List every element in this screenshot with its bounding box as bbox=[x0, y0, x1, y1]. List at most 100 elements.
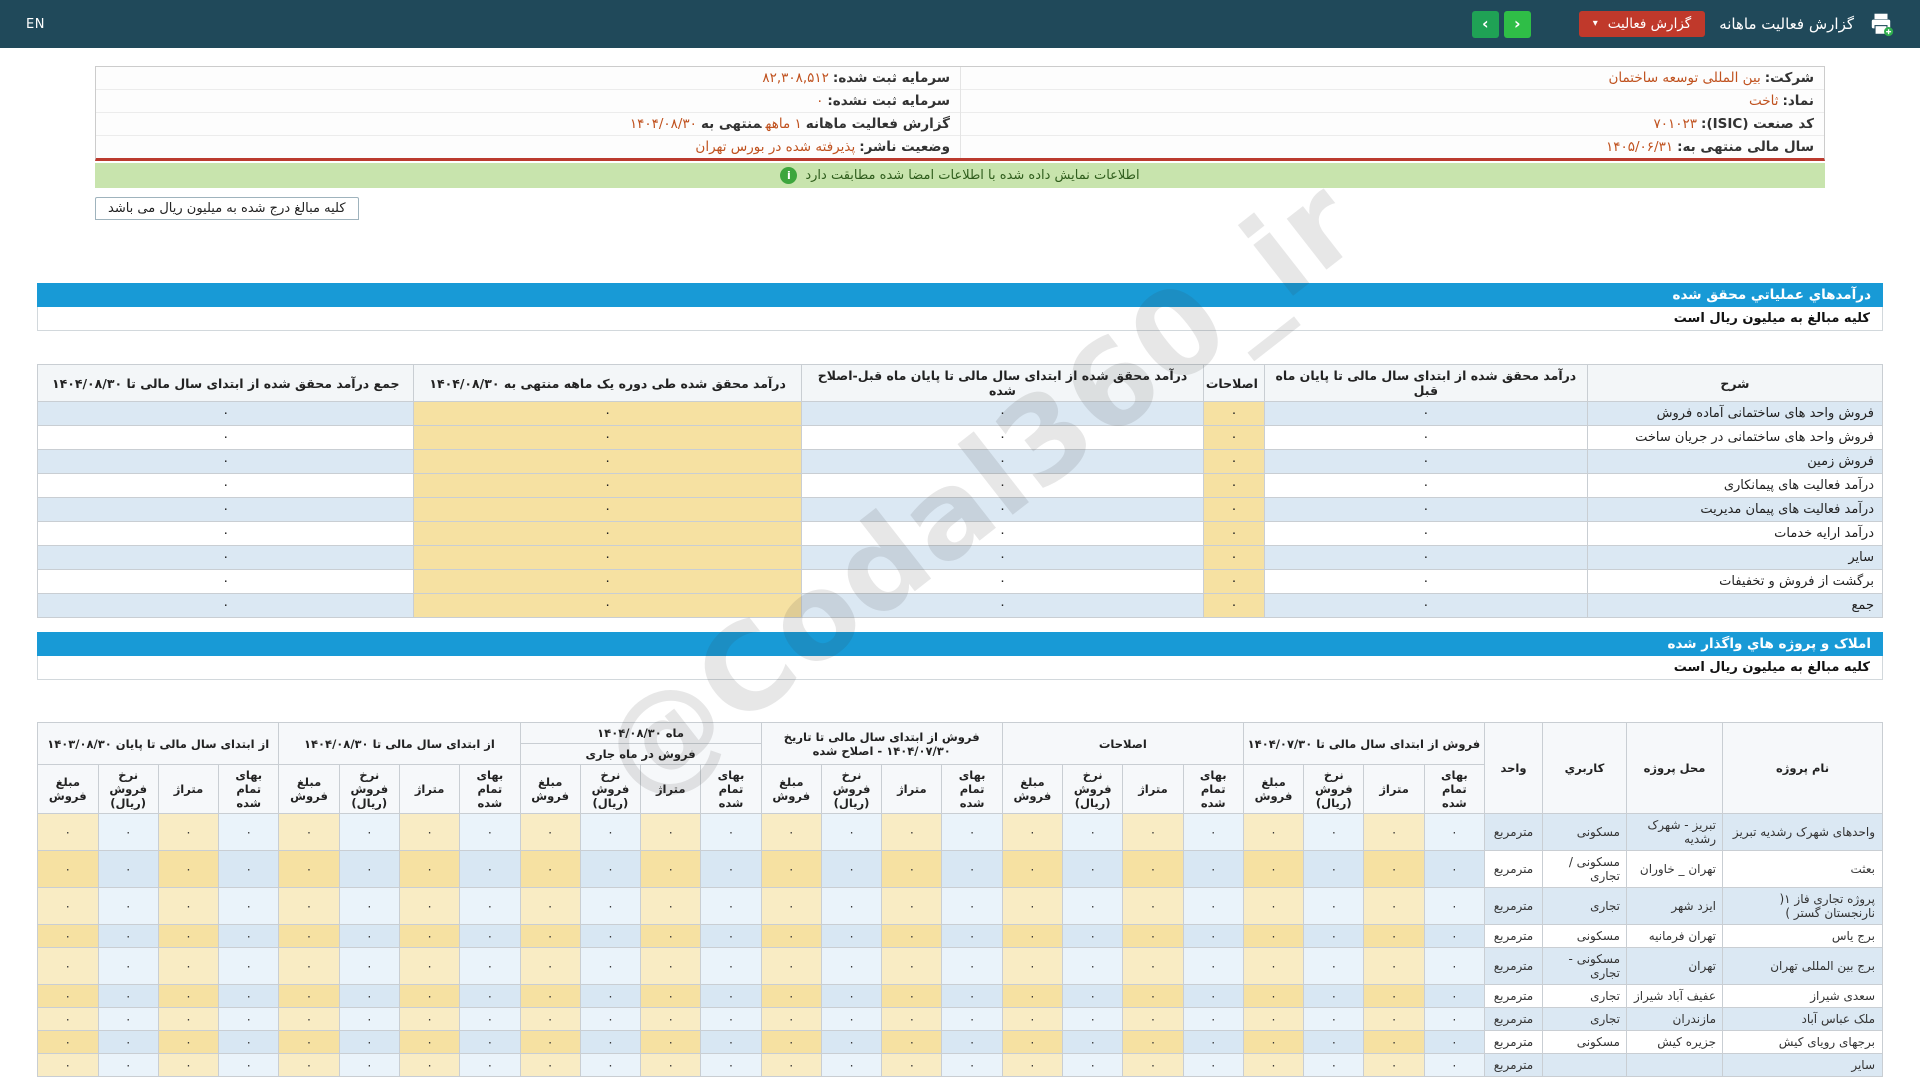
company-info-row: نماد:ثاخت bbox=[961, 90, 1824, 113]
value-cell: ۰ bbox=[459, 1030, 521, 1054]
project-row: سعدی شیراز عفیف آباد شیراز تجاری مترمربع… bbox=[37, 984, 1883, 1008]
value-cell: ۰ bbox=[579, 1053, 642, 1077]
project-location-cell: ایزد شهر bbox=[1626, 887, 1723, 925]
chevron-down-icon: ▾ bbox=[1592, 18, 1598, 29]
value-cell: ۰ bbox=[1242, 887, 1305, 925]
project-usage-cell: مسکونی / تجاری bbox=[1542, 850, 1627, 888]
project-unit-cell: مترمربع bbox=[1484, 1007, 1543, 1031]
value-cell: ۰ bbox=[1303, 984, 1365, 1008]
print-icon[interactable] bbox=[1868, 11, 1894, 37]
table-row: درآمد فعالیت های پیمان مدیریت ۰۰۰۰۰ bbox=[36, 497, 1884, 522]
value-cell: ۰ bbox=[519, 1030, 581, 1054]
value-cell: ۰ bbox=[157, 947, 220, 985]
value-cell: ۰ bbox=[1242, 924, 1305, 948]
value-cell: ۰ bbox=[157, 1030, 220, 1054]
project-row: ملک عباس آباد مازندران تجاری مترمربع ۰۰۰… bbox=[37, 1007, 1883, 1031]
value-cell: ۰ bbox=[1182, 1007, 1244, 1031]
value-cell: ۰ bbox=[640, 1007, 702, 1031]
value-cell: ۰ bbox=[700, 1007, 762, 1031]
value-cell: ۰ bbox=[1303, 813, 1365, 851]
value-cell: ۰ bbox=[1182, 984, 1244, 1008]
value-cell: ۰ bbox=[413, 401, 802, 426]
value-cell: ۰ bbox=[1182, 1053, 1244, 1077]
info-value: بین المللی توسعه ساختمان bbox=[1608, 70, 1761, 86]
project-location-cell: تبریز - شهرک رشدیه bbox=[1626, 813, 1723, 851]
value-cell: ۰ bbox=[1263, 521, 1588, 546]
value-cell: ۰ bbox=[218, 1053, 280, 1077]
value-cell: ۰ bbox=[338, 1030, 400, 1054]
value-cell: ۰ bbox=[640, 813, 702, 851]
value-cell: ۰ bbox=[1001, 887, 1064, 925]
value-cell: ۰ bbox=[398, 887, 461, 925]
value-cell: ۰ bbox=[579, 887, 642, 925]
value-cell: ۰ bbox=[1203, 497, 1265, 522]
sub-header-cell: نرخ فروش (ریال) bbox=[1303, 764, 1365, 814]
value-cell: ۰ bbox=[459, 984, 521, 1008]
report-dropdown-button[interactable]: گزارش فعالیت ▾ bbox=[1578, 11, 1706, 37]
value-cell: ۰ bbox=[278, 887, 340, 925]
column-header: جمع درآمد محقق شده از ابتدای سال مالی تا… bbox=[36, 364, 415, 402]
sub-header-cell: متراژ bbox=[157, 764, 220, 814]
value-cell: ۰ bbox=[1001, 1030, 1064, 1054]
value-cell: ۰ bbox=[1062, 813, 1124, 851]
info-value: ۱۴۰۴/۰۸/۳۰ bbox=[629, 116, 697, 132]
value-cell: ۰ bbox=[398, 813, 461, 851]
value-cell: ۰ bbox=[820, 924, 883, 948]
value-cell: ۰ bbox=[413, 473, 802, 498]
value-cell: ۰ bbox=[338, 924, 400, 948]
column-group-subheader: فروش در ماه جاری bbox=[519, 743, 762, 765]
column-header-project-name: نام پروژه bbox=[1722, 722, 1883, 814]
amounts-unit-tab[interactable]: کلیه مبالغ درج شده به میلیون ریال می باش… bbox=[95, 197, 359, 220]
value-cell: ۰ bbox=[1122, 850, 1184, 888]
column-group-header: اصلاحات bbox=[1001, 722, 1244, 765]
value-cell: ۰ bbox=[700, 947, 762, 985]
value-cell: ۰ bbox=[278, 1030, 340, 1054]
value-cell: ۰ bbox=[398, 1030, 461, 1054]
value-cell: ۰ bbox=[1122, 1030, 1184, 1054]
next-report-button[interactable]: › bbox=[1503, 10, 1531, 38]
value-cell: ۰ bbox=[1182, 813, 1244, 851]
value-cell: ۰ bbox=[640, 1053, 702, 1077]
value-cell: ۰ bbox=[1303, 850, 1365, 888]
value-cell: ۰ bbox=[1182, 1030, 1244, 1054]
value-cell: ۰ bbox=[1363, 1030, 1425, 1054]
project-usage-cell: تجاری bbox=[1542, 984, 1627, 1008]
header-info-area: شرکت:بین المللی توسعه ساختمان نماد:ثاخت … bbox=[95, 66, 1825, 220]
value-cell: ۰ bbox=[1423, 850, 1486, 888]
operational-revenue-section: درآمدهاي عملياتي محقق شده کلیه مبالغ به … bbox=[36, 283, 1884, 618]
value-cell: ۰ bbox=[760, 924, 822, 948]
value-cell: ۰ bbox=[519, 984, 581, 1008]
value-cell: ۰ bbox=[1203, 593, 1265, 618]
info-value: ۱ ماهه bbox=[765, 116, 802, 132]
table-row: سایر ۰۰۰۰۰ bbox=[36, 545, 1884, 570]
language-toggle-en[interactable]: EN bbox=[26, 17, 45, 32]
project-name-cell: واحدهای شهرک رشدیه تبریز bbox=[1722, 813, 1883, 851]
value-cell: ۰ bbox=[338, 947, 400, 985]
previous-report-button[interactable]: ‹ bbox=[1471, 10, 1499, 38]
project-row: سایر مترمربع ۰۰۰۰۰۰۰۰۰۰۰۰۰۰۰۰۰۰۰۰۰۰۰۰ bbox=[37, 1053, 1883, 1077]
value-cell: ۰ bbox=[941, 924, 1003, 948]
value-cell: ۰ bbox=[800, 569, 1205, 594]
value-cell: ۰ bbox=[413, 569, 802, 594]
value-cell: ۰ bbox=[820, 984, 883, 1008]
chevron-right-icon: › bbox=[1513, 13, 1521, 33]
value-cell: ۰ bbox=[1363, 813, 1425, 851]
value-cell: ۰ bbox=[519, 813, 581, 851]
row-label-cell: برگشت از فروش و تخفیفات bbox=[1586, 569, 1884, 594]
value-cell: ۰ bbox=[700, 984, 762, 1008]
sub-header-cell: نرخ فروش (ریال) bbox=[1062, 764, 1124, 814]
projects-table-body: واحدهای شهرک رشدیه تبریز تبریز - شهرک رش… bbox=[37, 813, 1883, 1077]
table-row: جمع ۰۰۰۰۰ bbox=[36, 593, 1884, 618]
project-name-cell: ملک عباس آباد bbox=[1722, 1007, 1883, 1031]
sub-header-cell: متراژ bbox=[1363, 764, 1425, 814]
value-cell: ۰ bbox=[398, 924, 461, 948]
sub-header-cell: متراژ bbox=[1122, 764, 1184, 814]
value-cell: ۰ bbox=[519, 947, 581, 985]
value-cell: ۰ bbox=[1263, 473, 1588, 498]
value-cell: ۰ bbox=[519, 1007, 581, 1031]
value-cell: ۰ bbox=[36, 401, 415, 426]
value-cell: ۰ bbox=[398, 850, 461, 888]
table-row: فروش زمین ۰۰۰۰۰ bbox=[36, 449, 1884, 474]
value-cell: ۰ bbox=[820, 850, 883, 888]
value-cell: ۰ bbox=[1001, 1007, 1064, 1031]
